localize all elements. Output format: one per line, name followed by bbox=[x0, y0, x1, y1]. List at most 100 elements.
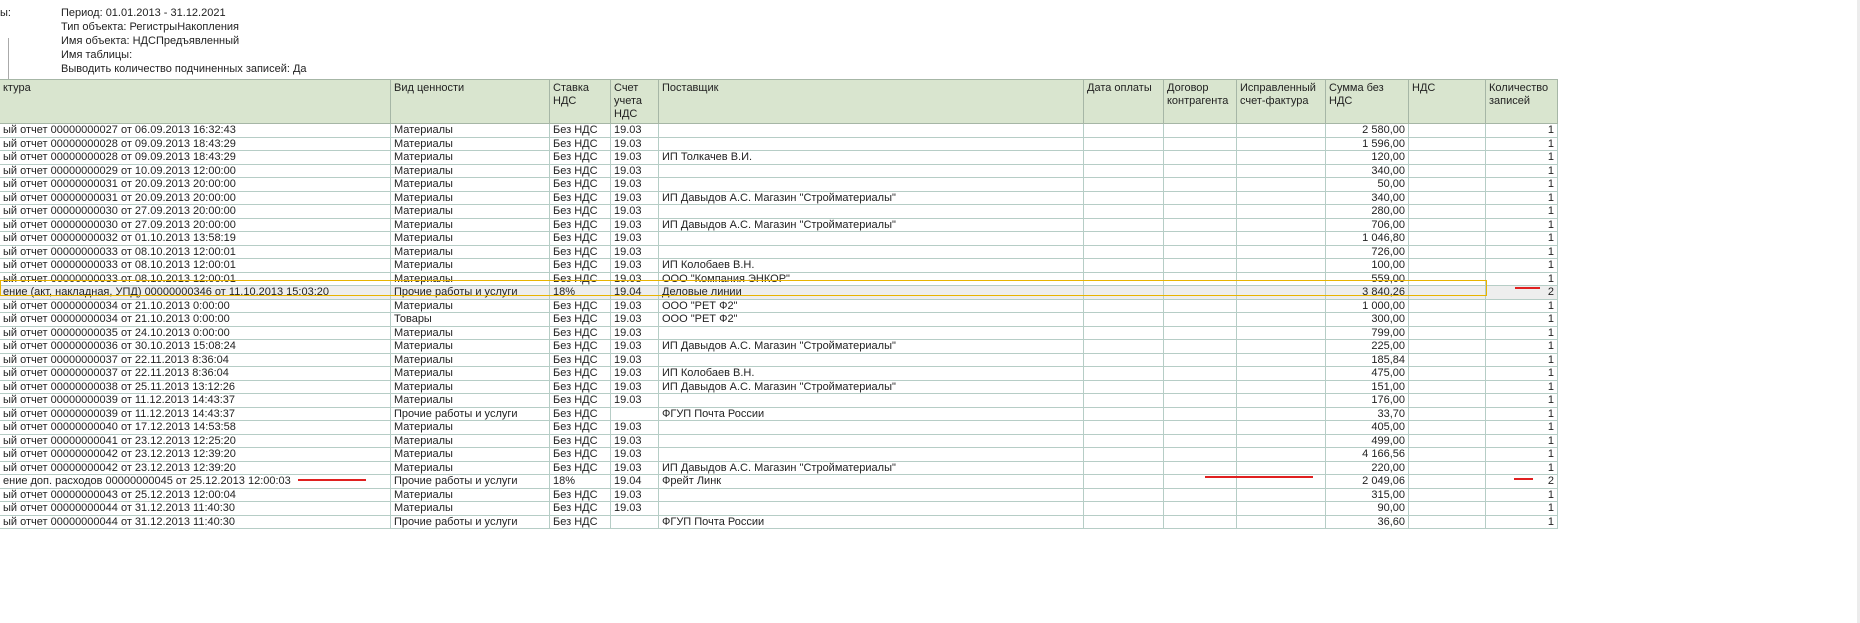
table-header: ктура Вид ценности Ставка НДС Счет учета НД… bbox=[0, 79, 1558, 124]
column-header[interactable]: Сумма без НДС bbox=[1325, 79, 1409, 124]
table-cell bbox=[1408, 204, 1486, 219]
table-cell: Материалы bbox=[390, 366, 550, 381]
table-row[interactable]: ый отчет 00000000039 от 11.12.2013 14:43… bbox=[0, 406, 1558, 421]
table-cell bbox=[1163, 514, 1237, 529]
table-cell: 1 bbox=[1485, 150, 1558, 165]
table-row[interactable]: ый отчет 00000000029 от 10.09.2013 12:00… bbox=[0, 163, 1558, 178]
column-header[interactable]: Ставка НДС bbox=[549, 79, 611, 124]
table-row[interactable]: ый отчет 00000000037 от 22.11.2013 8:36:… bbox=[0, 352, 1558, 367]
table-cell: ИП Давыдов А.С. Магазин "Стройматериалы" bbox=[658, 379, 1084, 394]
table-cell bbox=[1083, 285, 1164, 300]
table-row[interactable]: ый отчет 00000000044 от 31.12.2013 11:40… bbox=[0, 501, 1558, 516]
column-header[interactable]: Количество записей bbox=[1485, 79, 1558, 124]
table-cell: Без НДС bbox=[549, 393, 611, 408]
table-cell bbox=[1408, 501, 1486, 516]
table-row[interactable]: ый отчет 00000000037 от 22.11.2013 8:36:… bbox=[0, 366, 1558, 381]
table-cell bbox=[658, 433, 1084, 448]
table-cell: Материалы bbox=[390, 420, 550, 435]
table-cell: 1 bbox=[1485, 433, 1558, 448]
table-cell bbox=[1408, 258, 1486, 273]
table-cell: 1 bbox=[1485, 271, 1558, 286]
table-row[interactable]: ый отчет 00000000027 от 06.09.2013 16:32… bbox=[0, 123, 1558, 138]
table-cell: 1 bbox=[1485, 136, 1558, 151]
table-row[interactable]: ый отчет 00000000034 от 21.10.2013 0:00:… bbox=[0, 312, 1558, 327]
table-row[interactable]: ый отчет 00000000035 от 24.10.2013 0:00:… bbox=[0, 325, 1558, 340]
table-cell bbox=[1083, 123, 1164, 138]
table-row[interactable]: ение (акт, накладная, УПД) 00000000346 о… bbox=[0, 285, 1558, 300]
table-cell: 225,00 bbox=[1325, 339, 1409, 354]
table-cell: 19.03 bbox=[610, 298, 659, 313]
table-cell: 340,00 bbox=[1325, 163, 1409, 178]
table-cell: 280,00 bbox=[1325, 204, 1409, 219]
table-row[interactable]: ение доп. расходов 00000000045 от 25.12.… bbox=[0, 474, 1558, 489]
table-row[interactable]: ый отчет 00000000031 от 20.09.2013 20:00… bbox=[0, 190, 1558, 205]
table-row[interactable]: ый отчет 00000000028 от 09.09.2013 18:43… bbox=[0, 136, 1558, 151]
table-row[interactable]: ый отчет 00000000030 от 27.09.2013 20:00… bbox=[0, 204, 1558, 219]
table-row[interactable]: ый отчет 00000000033 от 08.10.2013 12:00… bbox=[0, 271, 1558, 286]
table-cell bbox=[1408, 244, 1486, 259]
table-cell bbox=[658, 325, 1084, 340]
column-header[interactable]: Дата оплаты bbox=[1083, 79, 1164, 124]
table-cell: 1 bbox=[1485, 352, 1558, 367]
table-row[interactable]: ый отчет 00000000031 от 20.09.2013 20:00… bbox=[0, 177, 1558, 192]
table-cell: Материалы bbox=[390, 136, 550, 151]
table-cell bbox=[1408, 298, 1486, 313]
table-cell bbox=[1083, 406, 1164, 421]
table-cell: Без НДС bbox=[549, 339, 611, 354]
table-row[interactable]: ый отчет 00000000040 от 17.12.2013 14:53… bbox=[0, 420, 1558, 435]
table-row[interactable]: ый отчет 00000000044 от 31.12.2013 11:40… bbox=[0, 514, 1558, 529]
table-cell bbox=[1083, 379, 1164, 394]
param-line: Тип объекта: РегистрыНакопления bbox=[61, 21, 239, 33]
table-row[interactable]: ый отчет 00000000038 от 25.11.2013 13:12… bbox=[0, 379, 1558, 394]
table-row[interactable]: ый отчет 00000000036 от 30.10.2013 15:08… bbox=[0, 339, 1558, 354]
column-header[interactable]: НДС bbox=[1408, 79, 1486, 124]
table-cell: 19.03 bbox=[610, 177, 659, 192]
table-cell: ООО "РЕТ Ф2" bbox=[658, 312, 1084, 327]
column-header[interactable]: Договор контрагента bbox=[1163, 79, 1237, 124]
table-cell: 1 bbox=[1485, 123, 1558, 138]
table-cell: Фрейт Линк bbox=[658, 474, 1084, 489]
table-row[interactable]: ый отчет 00000000028 от 09.09.2013 18:43… bbox=[0, 150, 1558, 165]
column-header[interactable]: ктура bbox=[0, 79, 391, 124]
table-row[interactable]: ый отчет 00000000033 от 08.10.2013 12:00… bbox=[0, 258, 1558, 273]
table-row[interactable]: ый отчет 00000000042 от 23.12.2013 12:39… bbox=[0, 447, 1558, 462]
table-cell bbox=[1236, 285, 1326, 300]
table-cell bbox=[1163, 123, 1237, 138]
table-row[interactable]: ый отчет 00000000043 от 25.12.2013 12:00… bbox=[0, 487, 1558, 502]
table-cell: 1 bbox=[1485, 460, 1558, 475]
table-row[interactable]: ый отчет 00000000034 от 21.10.2013 0:00:… bbox=[0, 298, 1558, 313]
table-cell: 220,00 bbox=[1325, 460, 1409, 475]
table-cell: 50,00 bbox=[1325, 177, 1409, 192]
table-row[interactable]: ый отчет 00000000041 от 23.12.2013 12:25… bbox=[0, 433, 1558, 448]
table-cell bbox=[1408, 460, 1486, 475]
column-header[interactable]: Счет учета НДС bbox=[610, 79, 659, 124]
table-row[interactable]: ый отчет 00000000042 от 23.12.2013 12:39… bbox=[0, 460, 1558, 475]
column-header[interactable]: Поставщик bbox=[658, 79, 1084, 124]
table-cell: 19.03 bbox=[610, 366, 659, 381]
table-cell: ФГУП Почта России bbox=[658, 514, 1084, 529]
table-cell bbox=[1163, 366, 1237, 381]
table-cell: 799,00 bbox=[1325, 325, 1409, 340]
table-cell bbox=[1408, 177, 1486, 192]
table-cell: Без НДС bbox=[549, 433, 611, 448]
table-cell: ый отчет 00000000030 от 27.09.2013 20:00… bbox=[0, 217, 391, 232]
table-cell bbox=[1083, 420, 1164, 435]
table-cell: 1 bbox=[1485, 393, 1558, 408]
table-cell: Материалы bbox=[390, 325, 550, 340]
table-cell bbox=[658, 231, 1084, 246]
param-line: Период: 01.01.2013 - 31.12.2021 bbox=[61, 7, 226, 19]
column-header[interactable]: Исправленный счет-фактура bbox=[1236, 79, 1326, 124]
column-header[interactable]: Вид ценности bbox=[390, 79, 550, 124]
table-cell bbox=[1236, 460, 1326, 475]
table-row[interactable]: ый отчет 00000000030 от 27.09.2013 20:00… bbox=[0, 217, 1558, 232]
table-cell: Без НДС bbox=[549, 163, 611, 178]
table-cell: 1 bbox=[1485, 339, 1558, 354]
table-row[interactable]: ый отчет 00000000033 от 08.10.2013 12:00… bbox=[0, 244, 1558, 259]
table-cell bbox=[1408, 406, 1486, 421]
table-cell: 19.03 bbox=[610, 123, 659, 138]
table-row[interactable]: ый отчет 00000000032 от 01.10.2013 13:58… bbox=[0, 231, 1558, 246]
table-cell: 19.03 bbox=[610, 339, 659, 354]
table-row[interactable]: ый отчет 00000000039 от 11.12.2013 14:43… bbox=[0, 393, 1558, 408]
table-cell: 1 596,00 bbox=[1325, 136, 1409, 151]
table-cell: ый отчет 00000000029 от 10.09.2013 12:00… bbox=[0, 163, 391, 178]
